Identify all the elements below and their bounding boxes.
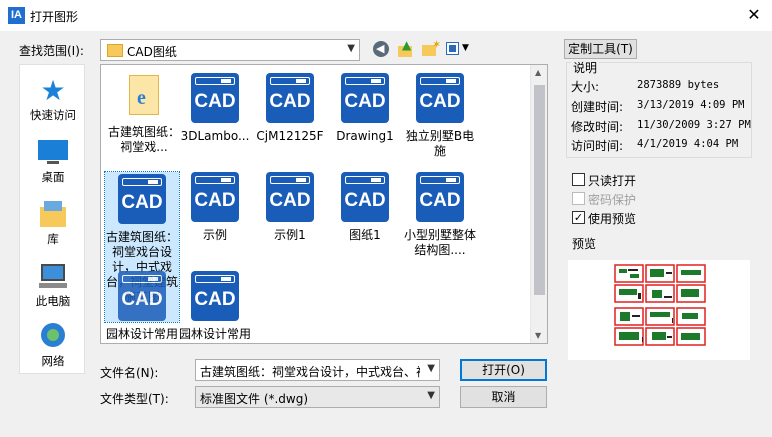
modified-value: 11/30/2009 3:27 PM bbox=[637, 119, 751, 131]
file-name: 独立别墅B电施 bbox=[405, 129, 475, 158]
lookin-combo[interactable]: CAD图纸 ▼ bbox=[100, 39, 360, 61]
file-item[interactable]: CAD 示例1 bbox=[253, 172, 327, 243]
back-icon[interactable]: ◀ bbox=[373, 41, 389, 57]
cad-file-icon: CAD bbox=[191, 73, 239, 123]
sidebar-item-label: 此电脑 bbox=[35, 294, 71, 308]
cad-file-icon: CAD bbox=[416, 172, 464, 222]
filetype-label: 文件类型(T): bbox=[100, 392, 169, 406]
sidebar-item-quick-access[interactable]: ★ 快速访问 bbox=[20, 75, 86, 123]
places-sidebar: ★ 快速访问 桌面 库 此电脑 网络 bbox=[19, 64, 85, 374]
sidebar-item-this-pc[interactable]: 此电脑 bbox=[20, 261, 86, 309]
library-icon bbox=[37, 199, 69, 231]
chevron-down-icon[interactable]: ▼ bbox=[427, 390, 435, 401]
chevron-down-icon[interactable]: ▼ bbox=[427, 363, 435, 374]
preview-checkbox[interactable]: ✓ bbox=[572, 211, 585, 224]
sidebar-item-library[interactable]: 库 bbox=[20, 199, 86, 247]
file-item[interactable]: CAD 独立别墅B电施 bbox=[403, 73, 477, 159]
file-item[interactable]: e 古建筑图纸：祠堂戏... bbox=[107, 73, 181, 161]
readonly-checkbox[interactable] bbox=[572, 173, 585, 186]
cad-file-icon: CAD bbox=[416, 73, 464, 123]
file-name: 园林设计常用景观施工图 bbox=[105, 327, 178, 341]
computer-icon bbox=[37, 261, 69, 293]
customize-tools-button[interactable]: 定制工具(T) bbox=[564, 39, 637, 59]
file-item[interactable]: CAD Drawing1 bbox=[328, 73, 402, 144]
cad-file-icon: CAD bbox=[118, 174, 166, 224]
cad-file-icon: CAD bbox=[341, 73, 389, 123]
file-name: 图纸1 bbox=[349, 228, 381, 242]
desktop-icon bbox=[37, 137, 69, 169]
file-item[interactable]: CAD 小型别墅整体结构图.... bbox=[403, 172, 477, 258]
description-heading: 说明 bbox=[571, 59, 600, 76]
network-icon bbox=[37, 321, 69, 353]
size-label: 大小: bbox=[571, 80, 600, 94]
cad-file-icon: CAD bbox=[266, 172, 314, 222]
cad-file-icon: CAD bbox=[266, 73, 314, 123]
new-folder-icon[interactable]: ✶ bbox=[422, 38, 441, 58]
up-folder-icon[interactable]: ▲ bbox=[398, 38, 414, 58]
accessed-value: 4/1/2019 4:04 PM bbox=[637, 138, 739, 150]
app-icon: IA bbox=[8, 7, 25, 24]
file-item[interactable]: CAD 3DLambo... bbox=[178, 73, 252, 144]
close-button[interactable]: ✕ bbox=[742, 4, 766, 26]
file-name: 示例 bbox=[202, 228, 227, 242]
file-item[interactable]: CAD 示例 bbox=[178, 172, 252, 243]
created-label: 创建时间: bbox=[571, 100, 624, 114]
file-name: Drawing1 bbox=[336, 129, 394, 143]
scroll-up-icon[interactable]: ▲ bbox=[535, 68, 541, 77]
password-label: 密码保护 bbox=[588, 193, 637, 207]
vertical-scrollbar[interactable]: ▲ ▼ bbox=[530, 65, 547, 343]
cad-file-icon: CAD bbox=[191, 172, 239, 222]
sidebar-item-label: 快速访问 bbox=[30, 108, 76, 122]
sidebar-item-label: 库 bbox=[47, 232, 59, 246]
file-name: 园林设计常用景观施工图1 bbox=[178, 327, 251, 341]
readonly-label: 只读打开 bbox=[588, 174, 637, 188]
file-item[interactable]: CAD 图纸1 bbox=[328, 172, 402, 243]
size-value: 2873889 bytes bbox=[637, 79, 720, 91]
file-name: 示例1 bbox=[274, 228, 306, 242]
title-bar: IA 打开图形 ✕ bbox=[0, 0, 772, 31]
sidebar-item-label: 网络 bbox=[41, 354, 65, 368]
file-name: 古建筑图纸：祠堂戏... bbox=[107, 125, 180, 154]
cad-file-icon: CAD bbox=[341, 172, 389, 222]
created-value: 3/13/2019 4:09 PM bbox=[637, 99, 745, 111]
password-checkbox bbox=[572, 192, 585, 205]
cancel-button[interactable]: 取消 bbox=[460, 386, 547, 408]
filetype-combo[interactable]: 标准图文件 (*.dwg) ▼ bbox=[195, 386, 440, 408]
chevron-down-icon[interactable]: ▼ bbox=[347, 43, 355, 54]
scroll-down-icon[interactable]: ▼ bbox=[535, 331, 541, 340]
file-item[interactable]: CAD 园林设计常用景观施工图1 bbox=[178, 271, 252, 341]
filename-combo[interactable]: 古建筑图纸：祠堂戏台设计，中式戏台、祠 ▼ bbox=[195, 359, 440, 381]
file-item[interactable]: CAD 园林设计常用景观施工图 bbox=[105, 271, 179, 341]
cad-file-icon: CAD bbox=[191, 271, 239, 321]
modified-label: 修改时间: bbox=[571, 120, 624, 134]
file-list[interactable]: e 古建筑图纸：祠堂戏... CAD 3DLambo... CAD CjM121… bbox=[100, 64, 548, 344]
ie-file-icon: e bbox=[125, 73, 163, 119]
preview-label: 预览 bbox=[572, 237, 597, 251]
preview-thumbnail-image bbox=[614, 264, 706, 346]
filename-value: 古建筑图纸：祠堂戏台设计，中式戏台、祠 bbox=[200, 365, 420, 379]
sidebar-item-label: 桌面 bbox=[41, 170, 65, 184]
drawing-preview bbox=[568, 260, 750, 360]
file-name: 小型别墅整体结构图.... bbox=[403, 228, 476, 257]
sidebar-item-desktop[interactable]: 桌面 bbox=[20, 137, 86, 185]
sidebar-item-network[interactable]: 网络 bbox=[20, 321, 86, 369]
filetype-value: 标准图文件 (*.dwg) bbox=[200, 392, 309, 406]
lookin-label: 查找范围(I): bbox=[19, 44, 84, 58]
filename-label: 文件名(N): bbox=[100, 366, 159, 380]
cad-file-icon: CAD bbox=[118, 271, 166, 321]
window-title: 打开图形 bbox=[30, 10, 79, 24]
open-button[interactable]: 打开(O) bbox=[460, 359, 547, 381]
lookin-value: CAD图纸 bbox=[127, 45, 177, 59]
preview-option-label: 使用预览 bbox=[588, 212, 637, 226]
file-name: CjM12125F bbox=[256, 129, 324, 143]
file-item[interactable]: CAD CjM12125F bbox=[253, 73, 327, 144]
file-name: 3DLambo... bbox=[180, 129, 250, 143]
views-icon[interactable]: ▼ bbox=[446, 41, 472, 57]
star-icon: ★ bbox=[40, 74, 66, 107]
scroll-thumb[interactable] bbox=[534, 85, 545, 295]
folder-icon bbox=[107, 44, 123, 57]
accessed-label: 访问时间: bbox=[571, 139, 624, 153]
